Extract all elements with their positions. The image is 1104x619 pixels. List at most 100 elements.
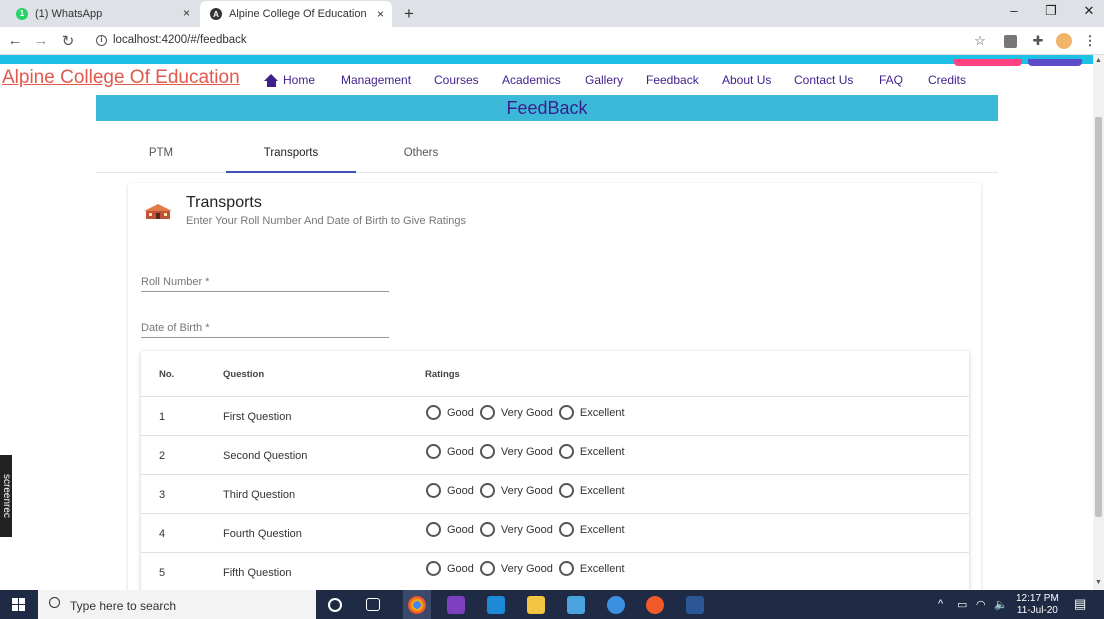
header-no: No. xyxy=(159,369,175,380)
wifi-icon[interactable]: ◠ xyxy=(976,598,986,611)
nav-home-label: Home xyxy=(283,73,316,87)
radio-circle[interactable] xyxy=(426,405,441,420)
tab-others[interactable]: Others xyxy=(356,135,486,173)
cortana-icon[interactable] xyxy=(328,598,342,612)
tab-transports[interactable]: Transports xyxy=(226,135,356,173)
task-view-icon[interactable] xyxy=(366,598,380,611)
radio-circle[interactable] xyxy=(426,483,441,498)
radio-circle[interactable] xyxy=(479,444,495,459)
date-of-birth-field[interactable] xyxy=(141,318,389,338)
new-tab-button[interactable]: + xyxy=(404,4,414,24)
scroll-thumb[interactable] xyxy=(1095,117,1102,517)
radio-circle[interactable] xyxy=(479,405,495,420)
purple-tab-button[interactable] xyxy=(1028,59,1082,66)
tab-whatsapp[interactable]: 1 (1) WhatsApp × xyxy=(6,0,198,27)
taskbar-search[interactable]: Type here to search xyxy=(38,590,316,619)
nav-management[interactable]: Management xyxy=(341,73,411,87)
url-field[interactable]: i localhost:4200/#/feedback xyxy=(96,34,247,46)
radio-circle[interactable] xyxy=(426,522,441,537)
rating-radio-very-good[interactable]: Very Good xyxy=(479,561,553,576)
outlook-icon[interactable] xyxy=(567,596,585,614)
rating-radio-excellent[interactable]: Excellent xyxy=(558,522,625,537)
tab-alpine-college[interactable]: A Alpine College Of Education × xyxy=(200,1,392,27)
windows-start-icon[interactable] xyxy=(12,598,25,611)
tray-chevron-icon[interactable]: ^ xyxy=(938,598,943,610)
battery-icon[interactable]: ▭ xyxy=(957,598,967,611)
rating-radio-good[interactable]: Good xyxy=(426,561,474,576)
menu-icon[interactable]: ⋮ xyxy=(1082,33,1098,49)
radio-circle[interactable] xyxy=(426,444,441,459)
rating-radio-excellent[interactable]: Excellent xyxy=(558,561,625,576)
nav-home[interactable]: Home xyxy=(264,73,315,87)
radio-circle[interactable] xyxy=(558,405,574,420)
rating-radio-good[interactable]: Good xyxy=(426,405,474,420)
file-explorer-icon[interactable] xyxy=(527,596,545,614)
nav-about-us[interactable]: About Us xyxy=(722,73,771,87)
star-icon[interactable]: ☆ xyxy=(972,33,988,49)
brand-link[interactable]: Alpine College Of Education xyxy=(2,67,240,89)
taskbar-clock[interactable]: 12:17 PM 11-Jul-20 xyxy=(1016,593,1059,617)
nav-academics[interactable]: Academics xyxy=(502,73,561,87)
page-scrollbar[interactable]: ▲ ▼ xyxy=(1093,55,1104,590)
rating-radio-excellent[interactable]: Excellent xyxy=(558,405,625,420)
rating-radio-good[interactable]: Good xyxy=(426,483,474,498)
pink-tab-button[interactable] xyxy=(954,59,1022,66)
puzzle-icon[interactable]: ✚ xyxy=(1030,33,1046,49)
rating-radio-very-good[interactable]: Very Good xyxy=(479,483,553,498)
roll-number-input[interactable] xyxy=(141,276,389,288)
row-number: 4 xyxy=(159,528,166,540)
radio-circle[interactable] xyxy=(558,561,574,576)
notification-icon[interactable]: ▤ xyxy=(1074,596,1086,612)
volume-icon[interactable]: 🔈 xyxy=(994,598,1008,611)
radio-circle[interactable] xyxy=(426,561,441,576)
close-tab-icon[interactable]: × xyxy=(183,6,190,20)
reload-button[interactable]: ↻ xyxy=(60,32,76,50)
browser-tabstrip: 1 (1) WhatsApp × A Alpine College Of Edu… xyxy=(0,0,1104,27)
radio-circle[interactable] xyxy=(558,522,574,537)
nav-contact-us[interactable]: Contact Us xyxy=(794,73,853,87)
extension-icon[interactable] xyxy=(1004,35,1017,48)
rating-radio-excellent[interactable]: Excellent xyxy=(558,444,625,459)
radio-circle[interactable] xyxy=(479,483,495,498)
profile-avatar[interactable] xyxy=(1056,33,1072,49)
postman-icon[interactable] xyxy=(646,596,664,614)
radio-circle[interactable] xyxy=(558,444,574,459)
scroll-down-icon[interactable]: ▼ xyxy=(1095,579,1102,586)
close-tab-icon[interactable]: × xyxy=(377,7,384,21)
nav-gallery[interactable]: Gallery xyxy=(585,73,623,87)
info-icon[interactable]: i xyxy=(96,34,107,46)
roll-number-field[interactable] xyxy=(141,272,389,292)
date-of-birth-input[interactable] xyxy=(141,322,389,334)
url-text: localhost:4200/#/feedback xyxy=(113,34,247,46)
nav-credits[interactable]: Credits xyxy=(928,73,966,87)
rating-radio-good[interactable]: Good xyxy=(426,522,474,537)
radio-circle[interactable] xyxy=(479,522,495,537)
radio-circle[interactable] xyxy=(479,561,495,576)
radio-label: Excellent xyxy=(579,406,625,419)
rating-radio-very-good[interactable]: Very Good xyxy=(479,444,553,459)
restore-button[interactable]: ❐ xyxy=(1041,3,1061,19)
vscode-icon[interactable] xyxy=(487,596,505,614)
rating-radio-very-good[interactable]: Very Good xyxy=(479,522,553,537)
tab-ptm[interactable]: PTM xyxy=(96,135,226,173)
back-button[interactable]: ← xyxy=(7,32,23,49)
visual-studio-icon[interactable] xyxy=(447,596,465,614)
radio-label: Good xyxy=(447,562,474,575)
nav-feedback[interactable]: Feedback xyxy=(646,73,699,87)
rating-radio-very-good[interactable]: Very Good xyxy=(479,405,553,420)
address-bar: ← → ↻ i localhost:4200/#/feedback ☆ ✚ ⋮ xyxy=(0,27,1104,55)
rating-radio-good[interactable]: Good xyxy=(426,444,474,459)
radio-circle[interactable] xyxy=(558,483,574,498)
app-arrow-icon[interactable] xyxy=(607,596,625,614)
nav-faq[interactable]: FAQ xyxy=(879,73,903,87)
scroll-up-icon[interactable]: ▲ xyxy=(1095,57,1102,64)
screenrec-overlay[interactable]: screenrec xyxy=(0,455,12,537)
chrome-icon[interactable] xyxy=(408,596,426,614)
forward-button[interactable]: → xyxy=(33,32,49,49)
rating-radio-excellent[interactable]: Excellent xyxy=(558,483,625,498)
word-icon[interactable] xyxy=(686,596,704,614)
minimize-button[interactable]: – xyxy=(1004,3,1024,18)
radio-label: Excellent xyxy=(579,562,625,575)
close-window-button[interactable]: ✕ xyxy=(1079,3,1099,19)
nav-courses[interactable]: Courses xyxy=(434,73,479,87)
